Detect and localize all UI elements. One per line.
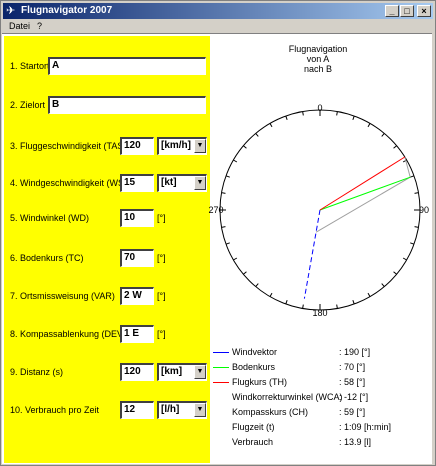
compass-tick xyxy=(302,304,304,309)
compass-label-0: 0 xyxy=(317,103,322,113)
legend-line-1 xyxy=(213,352,229,353)
compass-tick xyxy=(269,292,273,297)
compass-tick xyxy=(255,283,259,287)
result-value-4: : -12 [°] xyxy=(339,392,369,402)
result-name-6: Flugzeit (t) xyxy=(232,422,275,432)
result-value-6: : 1:09 [h:min] xyxy=(339,422,392,432)
compass-tick xyxy=(393,271,397,275)
compass-tick xyxy=(352,300,355,305)
compass-tick xyxy=(302,111,304,116)
compass-tick xyxy=(225,175,230,178)
result-name-3: Flugkurs (TH) xyxy=(232,377,288,387)
compass-label-180: 180 xyxy=(312,308,327,318)
compass-tick xyxy=(221,192,226,194)
legend-line-3 xyxy=(213,382,229,383)
compass-tick xyxy=(233,257,238,261)
compass-tick xyxy=(233,159,238,163)
compass-tick xyxy=(225,242,230,245)
helper-line xyxy=(315,176,411,233)
compass-tick xyxy=(367,292,371,297)
compass-tick xyxy=(414,226,419,228)
compass-tick xyxy=(381,133,385,137)
result-value-1: : 190 [°] xyxy=(339,347,371,357)
compass-tick xyxy=(221,226,226,228)
compass-tick xyxy=(255,133,259,137)
compass-label-90: 90 xyxy=(419,205,429,215)
compass-tick xyxy=(243,271,247,275)
result-name-1: Windvektor xyxy=(232,347,278,357)
legend-line-2 xyxy=(213,367,229,368)
wind-vector-line xyxy=(303,209,321,299)
result-value-3: : 58 [°] xyxy=(339,377,366,387)
helper-line-2 xyxy=(404,156,411,178)
compass-tick xyxy=(410,175,415,178)
compass-tick xyxy=(269,123,273,128)
result-value-2: : 70 [°] xyxy=(339,362,366,372)
compass-tick xyxy=(410,242,415,245)
result-value-7: : 13.9 [l] xyxy=(339,437,372,447)
compass-tick xyxy=(352,115,355,120)
result-name-5: Kompasskurs (CH) xyxy=(232,407,309,417)
compass-tick xyxy=(393,145,397,149)
compass-tick xyxy=(336,304,338,309)
compass-tick xyxy=(243,145,247,149)
compass-graph: 0 90 180 270 xyxy=(208,103,429,318)
compass-tick xyxy=(414,192,419,194)
result-name-7: Verbrauch xyxy=(232,437,274,447)
compass-tick xyxy=(381,283,385,287)
result-value-5: : 59 [°] xyxy=(339,407,366,417)
compass-tick xyxy=(336,111,338,116)
compass-tick xyxy=(285,115,288,120)
result-name-2: Bodenkurs xyxy=(232,362,276,372)
compass-tick xyxy=(367,123,371,128)
result-name-4: Windkorrekturwinkel (WCA) xyxy=(232,392,343,402)
compass-tick xyxy=(285,300,288,305)
compass-tick xyxy=(402,257,407,261)
compass-label-270: 270 xyxy=(208,205,223,215)
